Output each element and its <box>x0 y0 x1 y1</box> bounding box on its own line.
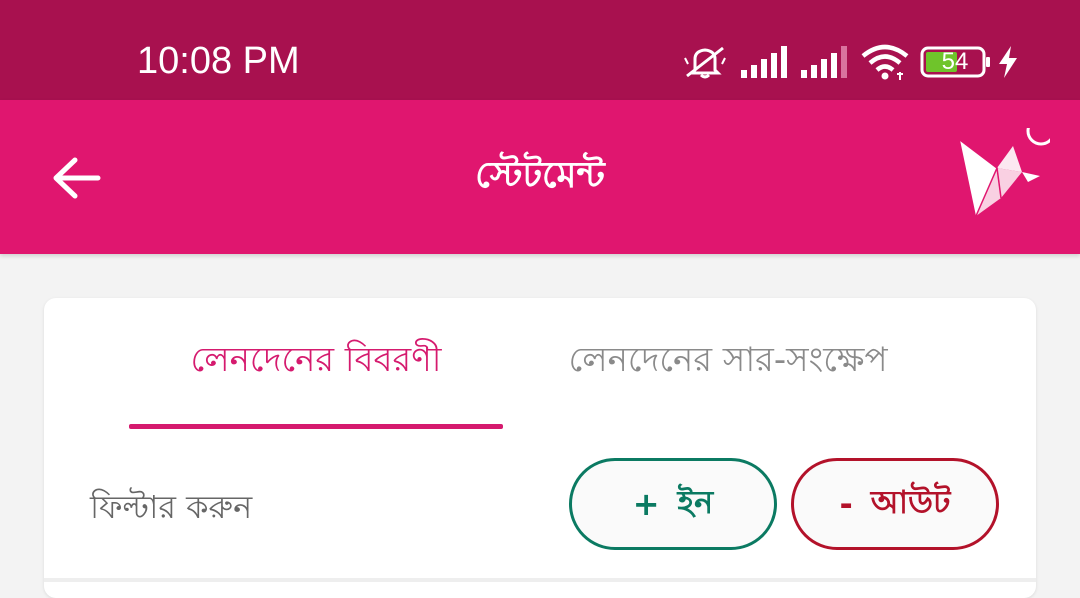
charging-icon <box>999 46 1017 78</box>
statement-card: লেনদেনের বিবরণী লেনদেনের সার-সংক্ষেপ ফিল… <box>44 298 1036 598</box>
active-tab-indicator <box>129 424 503 429</box>
filter-out-label: আউট <box>870 483 951 521</box>
filter-in-label: ইন <box>677 483 714 521</box>
divider <box>44 578 1036 582</box>
app-bar: স্টেটমেন্ট <box>0 100 1080 254</box>
wifi-icon <box>861 44 909 80</box>
filter-in-button[interactable]: + ইন <box>569 458 777 550</box>
tab-transaction-details[interactable]: লেনদেনের বিবরণী <box>129 334 503 430</box>
filter-label: ফিল্টার করুন <box>90 488 253 526</box>
signal-weak-icon <box>801 46 847 78</box>
signal-icon <box>741 46 787 78</box>
plus-sign: + <box>632 485 660 523</box>
battery-level: 54 <box>941 48 969 75</box>
minus-sign: - <box>839 485 853 523</box>
origami-bird-logo[interactable] <box>950 128 1050 223</box>
mute-icon <box>684 46 726 79</box>
status-time: 10:08 PM <box>137 40 300 82</box>
status-bar: 10:08 PM 54 <box>0 0 1080 100</box>
page-title: স্টেটমেন্ট <box>475 155 605 196</box>
filter-out-button[interactable]: - আউট <box>791 458 999 550</box>
tab-transaction-summary[interactable]: লেনদেনের সার-সংক্ষেপ <box>503 334 953 430</box>
